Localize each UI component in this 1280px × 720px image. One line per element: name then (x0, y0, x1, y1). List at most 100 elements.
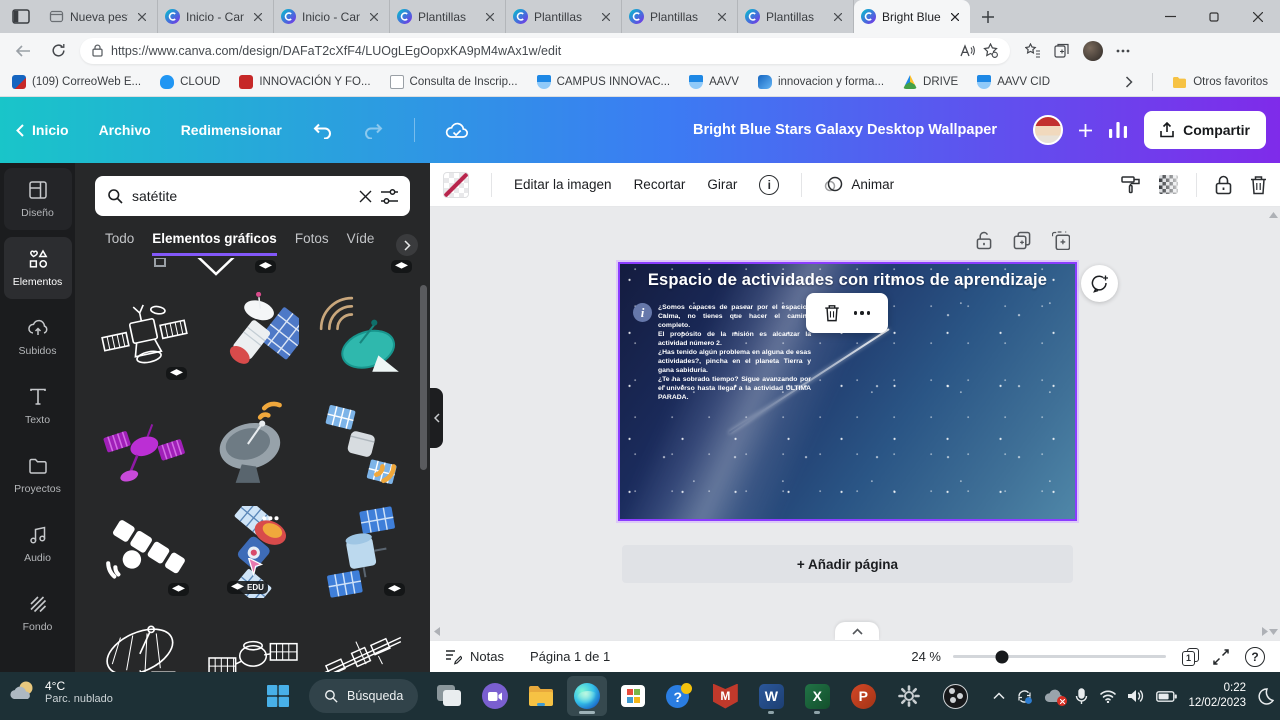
night-light-icon[interactable] (1257, 687, 1274, 705)
battery-icon[interactable] (1156, 690, 1178, 702)
search-input[interactable] (132, 188, 350, 204)
unlock-page-icon[interactable] (976, 231, 992, 250)
satellite-graphic-partial[interactable] (143, 258, 177, 274)
help-button[interactable]: ? (1245, 646, 1265, 667)
read-aloud-icon[interactable] (960, 44, 975, 57)
camera-app-icon[interactable] (475, 676, 515, 716)
space-station-graphic-line-art[interactable] (311, 609, 411, 672)
add-comment-button[interactable] (1081, 265, 1118, 302)
menu-redimensionar[interactable]: Redimensionar (181, 122, 282, 138)
sidebar-item-proyectos[interactable]: Proyectos (4, 444, 72, 506)
satellite-graphic-line-art-2[interactable] (203, 609, 303, 672)
filter-icon[interactable] (381, 188, 398, 204)
tab-close-icon[interactable] (714, 9, 730, 25)
browser-tab-inicio-2[interactable]: Inicio - Can (274, 0, 390, 33)
zoom-percentage[interactable]: 24 % (911, 649, 941, 664)
profile-avatar[interactable] (1083, 40, 1103, 61)
satellite-graphic-magenta[interactable] (95, 395, 195, 495)
user-avatar[interactable] (1033, 115, 1064, 145)
tab-close-icon[interactable] (947, 9, 963, 25)
satellite-graphic-blue-panels[interactable] (311, 502, 411, 602)
close-button[interactable] (1236, 0, 1280, 33)
maximize-button[interactable] (1192, 0, 1236, 33)
file-explorer-icon[interactable] (521, 676, 561, 716)
new-tab-button[interactable] (974, 3, 1002, 31)
url-input[interactable] (111, 43, 952, 58)
add-page-button[interactable]: + Añadir página (622, 545, 1073, 583)
sync-status-icon[interactable] (1016, 688, 1033, 705)
notes-button[interactable]: Notas (445, 648, 504, 665)
refresh-icon[interactable] (45, 38, 71, 64)
back-icon[interactable] (10, 38, 36, 64)
collections-icon[interactable] (1054, 43, 1070, 58)
task-view-icon[interactable] (429, 676, 469, 716)
animate-button[interactable]: Animar (824, 176, 894, 193)
bookmark-campus[interactable]: CAMPUS INNOVAC... (536, 75, 670, 89)
bookmark-aavv-cid[interactable]: AAVV CID (977, 75, 1050, 89)
browser-tab-plantillas-3[interactable]: Plantillas (622, 0, 738, 33)
sidebar-item-elementos[interactable]: Elementos (3, 237, 72, 299)
bookmark-innovacion-forma[interactable]: innovacion y forma... (757, 75, 884, 89)
mcafee-icon[interactable]: M (705, 676, 745, 716)
panel-scrollbar[interactable] (420, 285, 427, 470)
satellite-graphic-colorful-edu[interactable]: EDU (203, 502, 303, 602)
settings-icon[interactable] (889, 676, 929, 716)
powerpoint-icon[interactable]: P (843, 676, 883, 716)
taskbar-clock[interactable]: 0:22 12/02/2023 (1188, 681, 1246, 711)
cloud-saved-icon[interactable] (445, 121, 469, 140)
design-info-block[interactable]: i ¿Somos capaces de pasear por el espaci… (633, 303, 811, 402)
scroll-left-arrow[interactable] (434, 627, 440, 636)
duplicate-page-icon[interactable] (1013, 231, 1031, 250)
collapse-panel-handle[interactable] (430, 388, 443, 448)
tab-elementos-graficos[interactable]: Elementos gráficos (152, 231, 277, 256)
browser-tab-plantillas-4[interactable]: Plantillas (738, 0, 854, 33)
sidebar-item-audio[interactable]: Audio (4, 513, 72, 575)
satellite-graphic-dish-blue-panel[interactable] (203, 288, 303, 388)
browser-tab-inicio-1[interactable]: Inicio - Can (158, 0, 274, 33)
transparency-icon[interactable] (1159, 175, 1178, 194)
edit-image-button[interactable]: Editar la imagen (514, 177, 612, 192)
expand-pages-button[interactable] (835, 622, 879, 640)
image-color-swatch[interactable] (443, 171, 469, 198)
insights-chart-icon[interactable] (1108, 121, 1128, 139)
scroll-up-arrow[interactable] (1269, 212, 1278, 218)
radar-dish-graphic-line-art[interactable] (95, 609, 195, 672)
help-app-icon[interactable]: ? (659, 676, 699, 716)
menu-inicio[interactable]: Inicio (16, 122, 69, 138)
obs-icon[interactable] (935, 676, 975, 716)
browser-tab-plantillas-1[interactable]: Plantillas (390, 0, 506, 33)
taskbar-search[interactable]: Búsqueda (309, 679, 419, 713)
tab-close-icon[interactable] (598, 9, 614, 25)
bookmark-correoweb[interactable]: (109) CorreoWeb E... (12, 75, 141, 89)
paint-roller-icon[interactable] (1121, 175, 1141, 195)
design-title-text[interactable]: Espacio de actividades con ritmos de apr… (620, 271, 1075, 290)
element-search-box[interactable] (95, 176, 410, 216)
radar-dish-graphic-teal[interactable] (311, 288, 411, 388)
grid-view-icon[interactable]: 1 (1182, 647, 1199, 666)
clear-search-icon[interactable] (359, 190, 372, 203)
tab-close-icon[interactable] (134, 9, 150, 25)
fullscreen-icon[interactable] (1213, 648, 1229, 665)
onedrive-paused-icon[interactable] (1044, 689, 1068, 706)
rotate-button[interactable]: Girar (707, 177, 737, 192)
menu-archivo[interactable]: Archivo (99, 122, 151, 138)
share-button[interactable]: Compartir (1144, 111, 1266, 149)
add-page-icon[interactable] (1052, 231, 1070, 250)
excel-icon[interactable]: X (797, 676, 837, 716)
bookmark-drive[interactable]: DRIVE (903, 75, 958, 89)
zoom-slider[interactable] (953, 650, 1166, 663)
bookmark-consulta[interactable]: Consulta de Inscrip... (389, 75, 518, 89)
satellite-graphic-line-art[interactable] (95, 288, 195, 388)
tab-close-icon[interactable] (830, 9, 846, 25)
browser-menu-icon[interactable] (1116, 49, 1130, 53)
bookmark-innovacion[interactable]: INNOVACIÓN Y FO... (239, 75, 371, 89)
lock-icon[interactable] (1215, 175, 1232, 195)
tab-todo[interactable]: Todo (105, 231, 134, 253)
microphone-icon[interactable] (1075, 687, 1088, 705)
more-options-icon[interactable] (853, 311, 871, 315)
radar-dish-graphic-gray[interactable] (203, 395, 303, 495)
add-favorite-icon[interactable] (983, 43, 998, 58)
browser-tab-newtab[interactable]: Nueva pest (42, 0, 158, 33)
bookmark-aavv[interactable]: AAVV (689, 75, 739, 89)
redo-icon[interactable] (363, 122, 384, 139)
